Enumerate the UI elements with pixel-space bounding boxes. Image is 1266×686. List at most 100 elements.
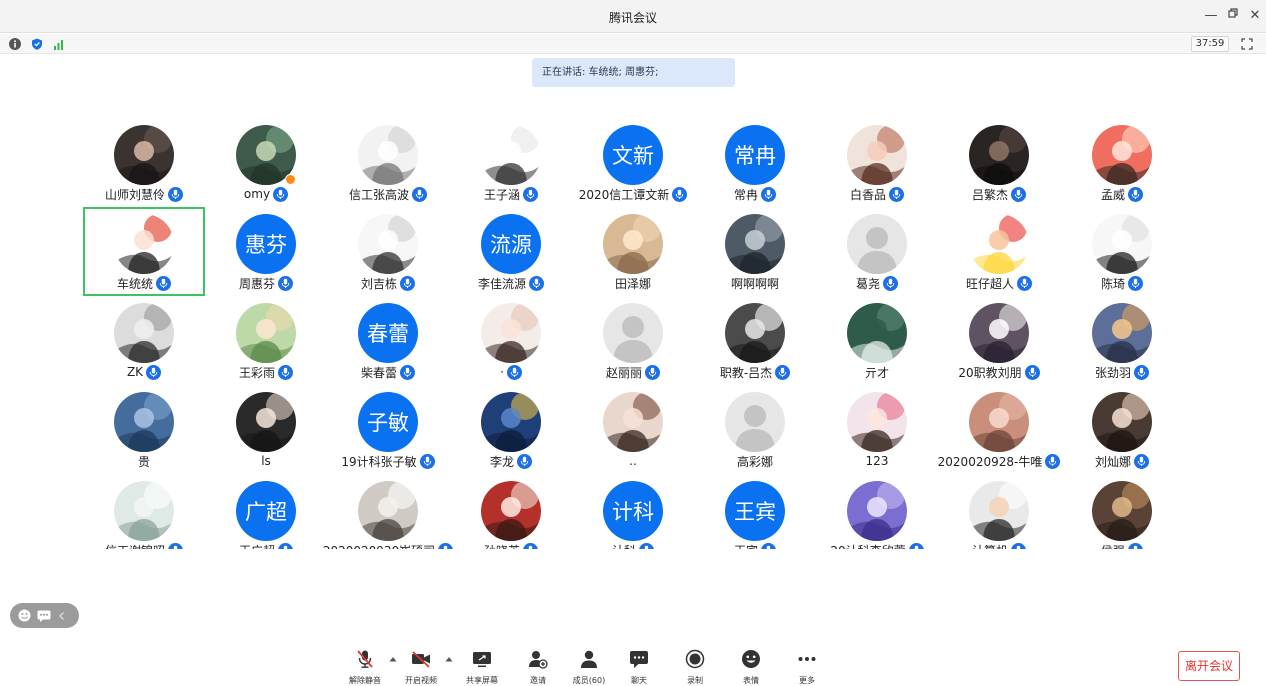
participant-name-row: 赵丽丽 bbox=[572, 363, 694, 381]
members-button[interactable]: 成员(60) bbox=[569, 649, 609, 685]
avatar-photo bbox=[969, 392, 1029, 452]
participant-tile[interactable]: 陈琦 bbox=[1061, 207, 1183, 296]
participant-tile[interactable]: 惠芬 周惠芬 bbox=[205, 207, 327, 296]
record-button[interactable]: 录制 bbox=[675, 649, 715, 685]
participant-name-row: .. bbox=[572, 452, 694, 470]
participant-tile[interactable]: 文新 2020信工谭文新 bbox=[572, 118, 694, 207]
invite-button[interactable]: 邀请 bbox=[518, 649, 558, 685]
avatar-photo bbox=[358, 125, 418, 185]
participant-tile[interactable]: 贵 bbox=[83, 385, 205, 474]
participant-tile[interactable]: 信工张高波 bbox=[327, 118, 449, 207]
participant-name: 刘灿娜 bbox=[1094, 454, 1131, 469]
signal-icon[interactable] bbox=[53, 38, 65, 50]
participant-name-row: 车统统 bbox=[85, 274, 203, 292]
participant-tile[interactable]: 刘灿娜 bbox=[1061, 385, 1183, 474]
meeting-window: 腾讯会议 — ✕ 37:59 正在讲话: 车统统; 周惠芬; 山师刘慧伶 omy 信… bbox=[0, 0, 1266, 686]
participant-name: 123 bbox=[865, 454, 889, 468]
participant-tile[interactable]: 计科计科 bbox=[572, 474, 694, 549]
participant-tile[interactable]: 计算机 bbox=[938, 474, 1060, 549]
participant-tile[interactable]: 田泽娜 bbox=[572, 207, 694, 296]
participant-tile[interactable]: 常冉 常冉 bbox=[694, 118, 816, 207]
participant-tile[interactable]: 123 bbox=[816, 385, 938, 474]
participant-grid: 山师刘慧伶 omy 信工张高波 王子涵 文新 2020信工谭文新 常冉 常冉 白香品 吕繁杰 孟威车… bbox=[83, 118, 1183, 549]
emoji-icon bbox=[742, 650, 760, 668]
participant-tile[interactable]: 2020020930崔硕司 bbox=[323, 474, 454, 549]
participant-tile[interactable]: 王宾王宾 bbox=[694, 474, 816, 549]
participant-name: 王广超 bbox=[239, 542, 275, 550]
share-screen-label: 共享屏幕 bbox=[466, 676, 498, 685]
participant-tile[interactable]: 啊啊啊啊 bbox=[694, 207, 816, 296]
participant-tile[interactable]: 孙晓英 bbox=[450, 474, 572, 549]
participant-tile[interactable]: 白香品 bbox=[816, 118, 938, 207]
leave-meeting-button[interactable]: 离开会议 bbox=[1178, 651, 1240, 681]
mic-icon bbox=[506, 364, 522, 380]
participant-name: 孟威 bbox=[1100, 187, 1125, 202]
avatar-photo bbox=[1092, 214, 1152, 274]
restore-icon[interactable] bbox=[1225, 8, 1241, 24]
chat-button[interactable]: 聊天 bbox=[619, 649, 659, 685]
participant-name-row: 职教-吕杰 bbox=[694, 363, 816, 381]
share-screen-button[interactable]: 共享屏幕 bbox=[462, 649, 502, 685]
participant-name-row: 周惠芬 bbox=[205, 274, 327, 292]
participant-tile[interactable]: 王子涵 bbox=[450, 118, 572, 207]
shield-icon[interactable] bbox=[31, 38, 43, 50]
participant-tile[interactable]: 王彩雨 bbox=[205, 296, 327, 385]
participant-name: .. bbox=[629, 454, 637, 468]
participant-tile[interactable]: · bbox=[450, 296, 572, 385]
participant-tile[interactable]: 2020020928-牛唯 bbox=[938, 385, 1061, 474]
chat-bubble-icon[interactable] bbox=[37, 610, 51, 622]
more-button[interactable]: 更多 bbox=[787, 649, 827, 685]
fullscreen-icon[interactable] bbox=[1241, 38, 1253, 50]
participant-tile[interactable]: 葛尧 bbox=[816, 207, 938, 296]
participant-tile[interactable]: ZK bbox=[83, 296, 205, 385]
participant-tile[interactable]: 职教-吕杰 bbox=[694, 296, 816, 385]
participant-tile[interactable]: 子敏 19计科张子敏 bbox=[327, 385, 449, 474]
collapse-arrow-icon[interactable] bbox=[57, 611, 67, 621]
unmute-button[interactable]: 解除静音 bbox=[345, 649, 385, 685]
participant-tile[interactable]: 侯强 bbox=[1061, 474, 1183, 549]
audio-options-caret-icon[interactable] bbox=[389, 656, 397, 662]
participant-tile[interactable]: 车统统 bbox=[83, 207, 205, 296]
participant-tile[interactable]: 春蕾 柴春蕾 bbox=[327, 296, 449, 385]
participant-tile[interactable]: 李龙 bbox=[450, 385, 572, 474]
participant-name: 张劲羽 bbox=[1094, 365, 1131, 380]
participant-name: 亓才 bbox=[864, 365, 889, 380]
participant-name-row: 孟威 bbox=[1061, 185, 1183, 203]
participant-tile[interactable]: 吕繁杰 bbox=[938, 118, 1060, 207]
participant-tile[interactable]: 信工谢锦昭 bbox=[83, 474, 205, 549]
avatar-initials: 文新 bbox=[603, 125, 663, 185]
participant-name-row: 啊啊啊啊 bbox=[694, 274, 816, 292]
start-video-button[interactable]: 开启视频 bbox=[401, 649, 441, 685]
participant-name-row: 陈琦 bbox=[1061, 274, 1183, 292]
participant-tile[interactable]: 刘吉栋 bbox=[327, 207, 449, 296]
participant-tile[interactable]: 亓才 bbox=[816, 296, 938, 385]
participant-name-row: 吕繁杰 bbox=[938, 185, 1060, 203]
info-icon[interactable] bbox=[9, 38, 21, 50]
video-options-caret-icon[interactable] bbox=[445, 656, 453, 662]
minimize-icon[interactable]: — bbox=[1203, 8, 1219, 24]
participant-tile[interactable]: 高彩娜 bbox=[694, 385, 816, 474]
participant-name-row: 计算机 bbox=[938, 541, 1060, 549]
participant-tile[interactable]: .. bbox=[572, 385, 694, 474]
avatar-photo bbox=[236, 303, 296, 363]
participant-tile[interactable]: 20计科李欣蓉 bbox=[816, 474, 938, 549]
participant-tile[interactable]: 20职教刘朋 bbox=[938, 296, 1060, 385]
avatar-photo bbox=[603, 392, 663, 452]
emoji-button[interactable]: 表情 bbox=[731, 649, 771, 685]
participant-tile[interactable]: 张劲羽 bbox=[1061, 296, 1183, 385]
participant-tile[interactable]: 赵丽丽 bbox=[572, 296, 694, 385]
participant-tile[interactable]: 山师刘慧伶 bbox=[83, 118, 205, 207]
emoji-face-icon[interactable] bbox=[18, 609, 31, 622]
participant-tile[interactable]: 旺仔超人 bbox=[938, 207, 1060, 296]
close-icon[interactable]: ✕ bbox=[1247, 8, 1263, 24]
participant-name: 计算机 bbox=[972, 542, 1008, 550]
participant-tile[interactable]: ls bbox=[205, 385, 327, 474]
participant-tile[interactable]: 广超王广超 bbox=[205, 474, 327, 549]
avatar-initials: 计科 bbox=[603, 481, 663, 541]
floating-controls[interactable] bbox=[10, 603, 79, 628]
participant-tile[interactable]: omy bbox=[205, 118, 327, 207]
avatar-photo bbox=[1092, 303, 1152, 363]
participant-tile[interactable]: 流源 李佳流源 bbox=[450, 207, 572, 296]
participant-tile[interactable]: 孟威 bbox=[1061, 118, 1183, 207]
participant-name: 常冉 bbox=[733, 187, 758, 202]
